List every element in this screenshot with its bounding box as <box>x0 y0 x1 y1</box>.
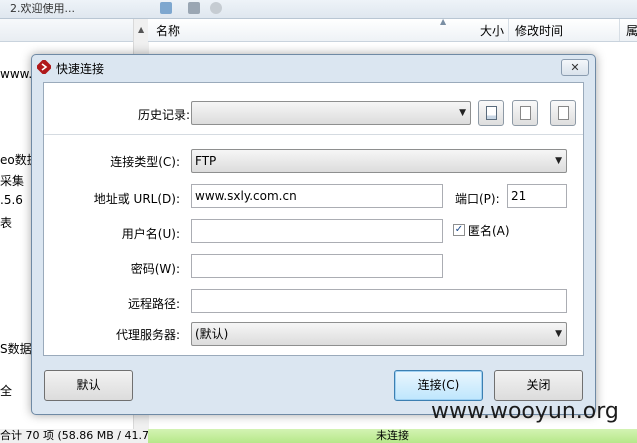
local-status: 合计 70 项 (58.86 MB / 41.7 <box>0 429 148 443</box>
history-save-icon <box>520 106 531 120</box>
password-input[interactable] <box>191 254 443 278</box>
username-label: 用户名(U): <box>121 227 180 241</box>
quick-connect-dialog: 快速连接 ✕ 历史记录: ▼ 连接类型(C): FTP ▼ 地址或 URL(D)… <box>31 54 596 415</box>
file-icon[interactable] <box>160 2 172 14</box>
scroll-up-icon[interactable]: ▲ <box>138 25 144 34</box>
history-save-button[interactable] <box>512 100 538 126</box>
local-column-header[interactable] <box>0 19 133 42</box>
conn-type-select[interactable]: FTP ▼ <box>191 149 567 173</box>
list-item[interactable]: S数据 <box>0 340 32 357</box>
dialog-app-icon <box>37 60 51 74</box>
default-button[interactable]: 默认 <box>44 370 133 401</box>
local-pane-title: 2.欢迎使用... <box>0 0 148 19</box>
column-size[interactable]: 大小 <box>480 22 504 39</box>
remote-path-label: 远程路径: <box>127 297 180 311</box>
username-input[interactable] <box>191 219 443 243</box>
port-label: 端口(P): <box>455 192 500 206</box>
address-input[interactable]: www.sxly.com.cn <box>191 184 443 208</box>
password-label: 密码(W): <box>130 262 180 276</box>
column-modified[interactable]: 修改时间 <box>515 22 563 39</box>
proxy-label: 代理服务器: <box>115 328 180 342</box>
dropdown-arrow-icon: ▼ <box>555 329 562 339</box>
sort-arrow-icon: ▲ <box>440 17 447 26</box>
conn-type-label: 连接类型(C): <box>110 155 180 169</box>
dialog-body: 历史记录: ▼ 连接类型(C): FTP ▼ 地址或 URL(D): www.s… <box>43 82 584 356</box>
list-item[interactable]: 表 <box>0 214 12 231</box>
dropdown-arrow-icon: ▼ <box>459 108 466 118</box>
bookmark-icon[interactable] <box>188 2 200 14</box>
proxy-select[interactable]: (默认) ▼ <box>191 322 567 346</box>
close-icon[interactable]: ✕ <box>561 59 589 76</box>
toolbar <box>148 0 637 19</box>
list-item[interactable]: www. <box>0 67 32 81</box>
anonymous-checkbox[interactable]: ✓ <box>453 224 465 236</box>
column-name[interactable]: 名称 <box>156 22 180 39</box>
column-permissions[interactable]: 属 <box>626 22 637 39</box>
close-button[interactable]: 关闭 <box>494 370 583 401</box>
column-divider[interactable] <box>508 19 509 41</box>
history-new-icon <box>486 106 497 120</box>
history-delete-button[interactable] <box>550 100 576 126</box>
dropdown-arrow-icon: ▼ <box>555 156 562 166</box>
conn-type-value: FTP <box>195 154 217 168</box>
connection-status: 未连接 <box>148 429 637 443</box>
remote-path-input[interactable] <box>191 289 567 313</box>
connect-button[interactable]: 连接(C) <box>394 370 483 401</box>
anonymous-label[interactable]: 匿名(A) <box>468 222 510 239</box>
list-item[interactable]: .5.6 <box>0 193 23 207</box>
proxy-value: (默认) <box>195 327 229 341</box>
history-new-button[interactable] <box>478 100 504 126</box>
remote-column-header: ▲ 名称 大小 修改时间 属 <box>148 17 637 42</box>
history-dropdown[interactable]: ▼ <box>191 101 471 125</box>
address-label: 地址或 URL(D): <box>93 192 180 206</box>
port-input[interactable]: 21 <box>507 184 567 208</box>
checkmark-icon: ✓ <box>454 224 464 235</box>
history-delete-icon <box>558 106 569 120</box>
dialog-titlebar[interactable]: 快速连接 ✕ <box>32 55 595 80</box>
list-item[interactable]: 全 <box>0 382 12 399</box>
list-item[interactable]: 采集 <box>0 172 24 189</box>
dialog-title: 快速连接 <box>56 62 105 76</box>
column-divider[interactable] <box>619 19 620 41</box>
status-bar: 合计 70 项 (58.86 MB / 41.7 未连接 <box>0 429 637 443</box>
history-divider <box>44 134 583 135</box>
refresh-icon[interactable] <box>210 2 222 14</box>
watermark: www.wooyun.org <box>431 399 619 424</box>
history-label: 历史记录: <box>137 108 190 122</box>
